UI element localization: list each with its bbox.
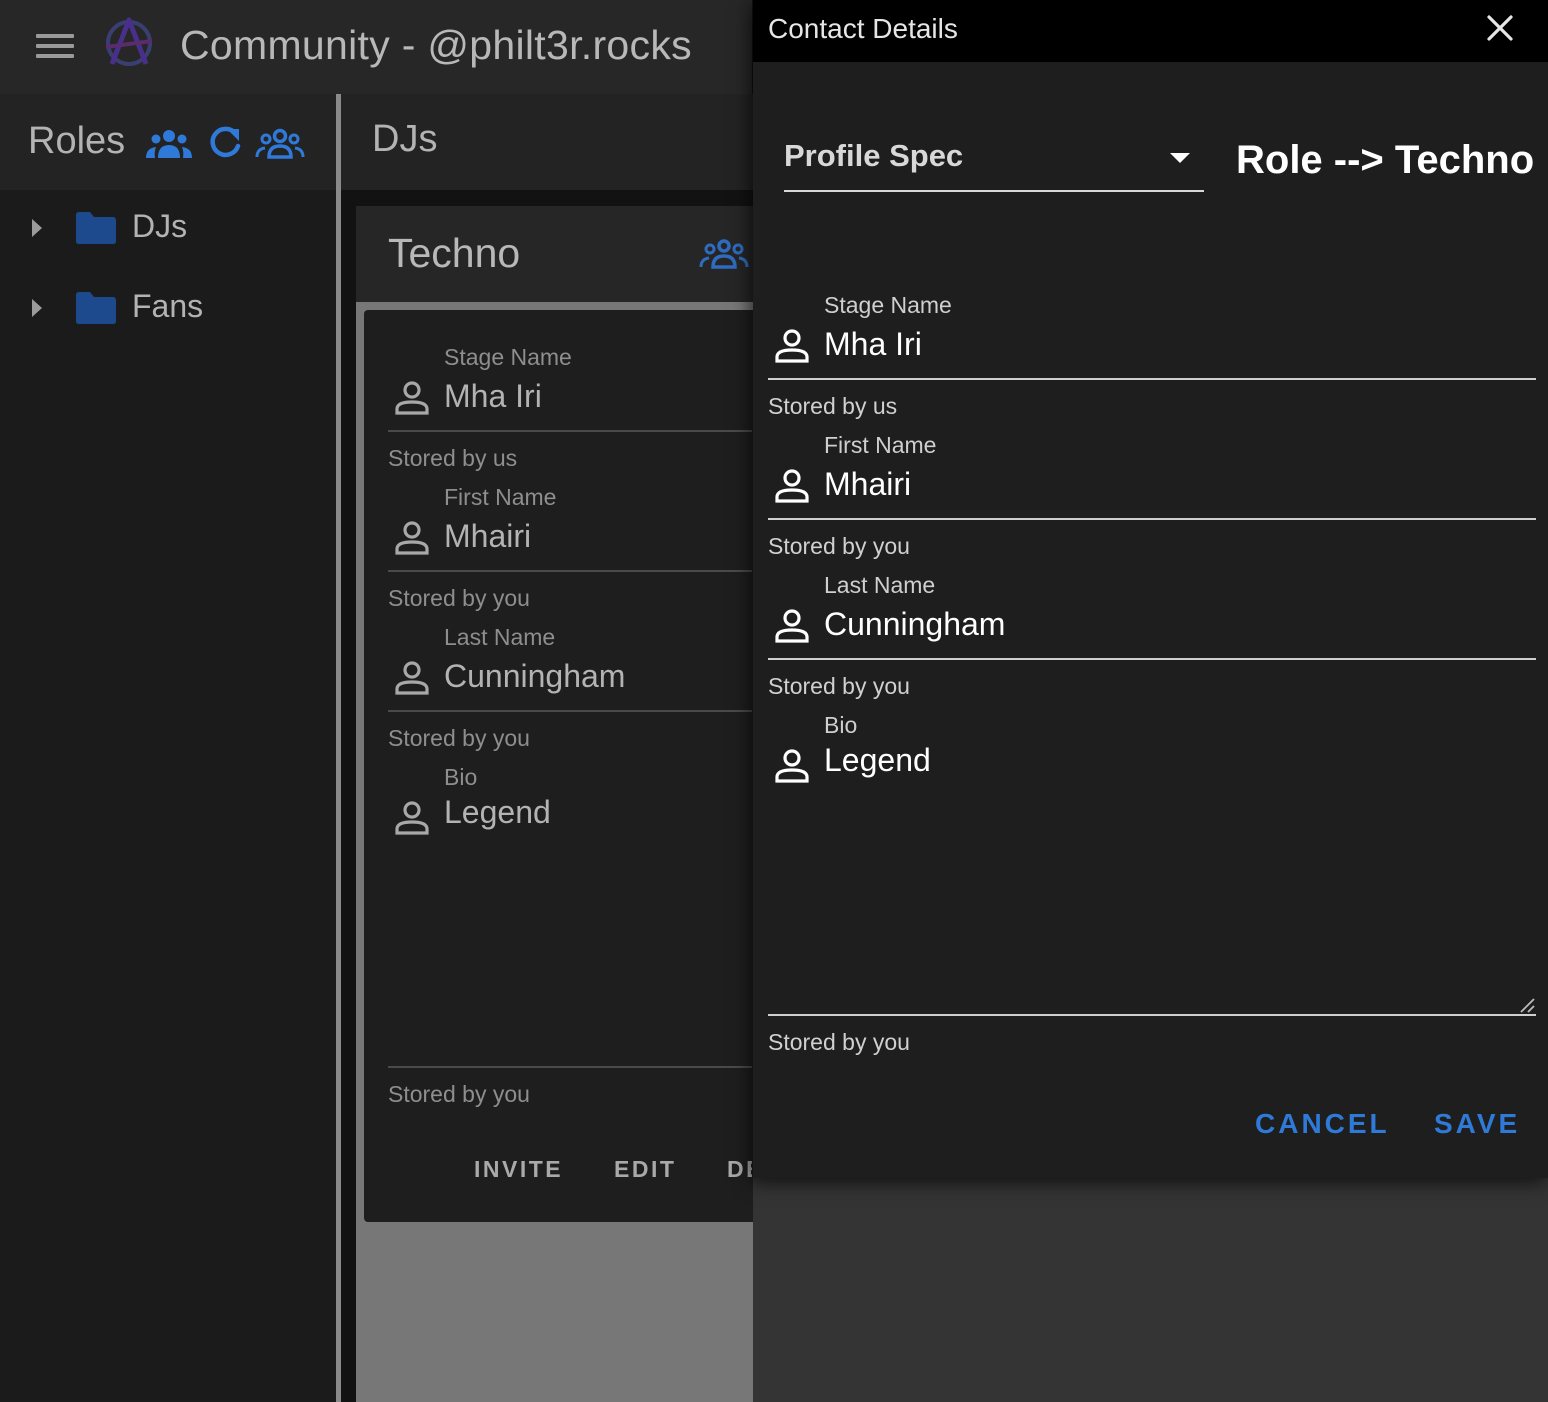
sidebar-title: Roles [28, 120, 126, 162]
field-hint: Stored by you [768, 673, 910, 699]
people-outline-icon[interactable] [698, 238, 750, 270]
delete-button[interactable]: DE [727, 1156, 752, 1183]
person-icon [394, 380, 430, 416]
field-underline [768, 658, 1536, 660]
person-icon [394, 660, 430, 696]
expand-arrow-icon[interactable] [32, 219, 42, 237]
field-underline [768, 378, 1536, 380]
person-icon [774, 608, 810, 644]
refresh-icon[interactable] [206, 124, 244, 164]
field-hint: Stored by us [768, 393, 898, 419]
person-icon [774, 328, 810, 364]
anarchy-logo-icon [100, 14, 158, 72]
field-label: Stage Name [444, 344, 572, 370]
folder-icon [76, 212, 116, 244]
profile-spec-select[interactable]: Profile Spec [784, 122, 1204, 192]
bio-textarea[interactable]: Legend [824, 742, 931, 779]
field-value[interactable]: Mhairi [444, 518, 531, 555]
field-value[interactable]: Cunningham [444, 658, 625, 695]
edit-button[interactable]: EDIT [614, 1156, 676, 1183]
stage-name-input[interactable]: Mha Iri [824, 326, 922, 363]
invite-button[interactable]: INVITE [474, 1156, 563, 1183]
field-hint: Stored by you [768, 1029, 910, 1055]
field-underline [388, 570, 752, 572]
field-underline [768, 518, 1536, 520]
field-underline [388, 1066, 752, 1068]
people-icon[interactable] [144, 124, 194, 164]
folder-icon [76, 292, 116, 324]
field-underline [388, 710, 752, 712]
field-label: Last Name [444, 624, 556, 650]
field-hint: Stored by you [388, 1081, 530, 1107]
menu-icon[interactable] [36, 32, 76, 62]
bio-label: Bio [824, 712, 858, 738]
person-icon [394, 800, 430, 836]
sidebar-item-djs[interactable]: DJs [0, 198, 336, 260]
close-icon[interactable] [1484, 12, 1516, 44]
person-icon [394, 520, 430, 556]
field-hint: Stored by you [388, 585, 530, 611]
resize-grip-icon[interactable] [1518, 996, 1536, 1014]
card-title: Techno [388, 230, 521, 276]
sidebar-item-label: DJs [132, 208, 188, 244]
dialog-title: Contact Details [768, 13, 958, 44]
field-underline [388, 430, 752, 432]
first-name-label: First Name [824, 432, 937, 458]
sidebar-item-label: Fans [132, 288, 204, 324]
field-value[interactable]: Mha Iri [444, 378, 542, 415]
cancel-button[interactable]: CANCEL [1255, 1108, 1390, 1140]
field-label: Bio [444, 764, 478, 790]
save-button[interactable]: SAVE [1434, 1108, 1520, 1140]
app-title: Community - @philt3r.rocks [180, 22, 692, 68]
field-hint: Stored by you [768, 533, 910, 559]
dropdown-caret-icon[interactable] [1170, 153, 1190, 163]
sidebar-item-fans[interactable]: Fans [0, 278, 336, 340]
last-name-input[interactable]: Cunningham [824, 606, 1005, 643]
field-value[interactable]: Legend [444, 794, 551, 831]
role-heading: Role --> Techno [1236, 138, 1535, 182]
field-underline [768, 1014, 1536, 1016]
person-icon [774, 748, 810, 784]
last-name-label: Last Name [824, 572, 936, 598]
field-label: First Name [444, 484, 557, 510]
people-outline-icon[interactable] [254, 124, 306, 164]
person-icon [774, 468, 810, 504]
select-value: Profile Spec [784, 138, 964, 173]
main-title: DJs [372, 118, 438, 160]
expand-arrow-icon[interactable] [32, 299, 42, 317]
first-name-input[interactable]: Mhairi [824, 466, 911, 503]
backdrop [753, 1178, 1548, 1402]
select-underline [784, 190, 1204, 192]
field-hint: Stored by us [388, 445, 518, 471]
field-hint: Stored by you [388, 725, 530, 751]
stage-name-label: Stage Name [824, 292, 952, 318]
